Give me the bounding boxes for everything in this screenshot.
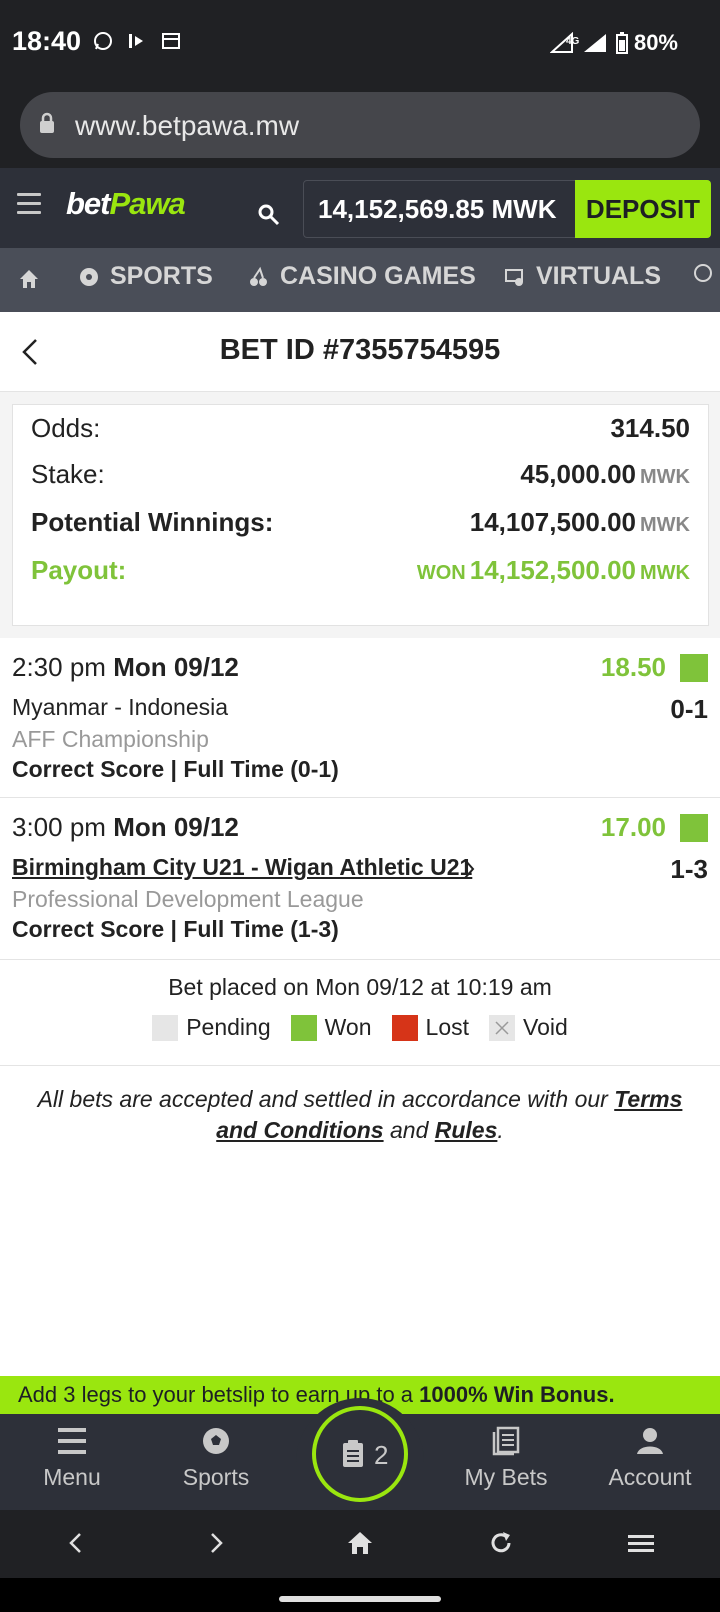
bottom-nav-account[interactable]: Account	[590, 1422, 710, 1491]
browser-back-icon[interactable]	[66, 1530, 86, 1556]
bet-placed-text: Bet placed on Mon 09/12 at 10:19 am	[168, 974, 552, 1000]
status-legend: Pending Won Lost Void	[0, 1014, 720, 1041]
legend-lost: Lost	[391, 1014, 469, 1041]
my-bets-icon	[492, 1426, 520, 1456]
match-score: 0-1	[670, 694, 708, 724]
balance-amount: 14,152,569.85 MWK	[318, 194, 557, 224]
virtuals-icon	[505, 268, 523, 286]
system-nav-bar	[0, 1578, 720, 1612]
nav-sports[interactable]: SPORTS	[78, 262, 213, 291]
match-league: Professional Development League	[12, 886, 364, 912]
chevron-right-icon[interactable]	[462, 858, 476, 880]
match-market: Correct Score | Full Time (1-3)	[12, 916, 339, 942]
browser-forward-icon[interactable]	[206, 1530, 226, 1556]
status-time: 18:40	[12, 26, 82, 56]
match-league: AFF Championship	[12, 726, 209, 752]
legend-void: Void	[489, 1014, 568, 1041]
potential-value: 14,107,500.00 MWK	[469, 507, 690, 537]
status-won-square	[680, 814, 708, 842]
match-card: 2:30 pm Mon 09/12 18.50 Myanmar - Indone…	[0, 638, 720, 798]
lock-icon	[40, 112, 54, 133]
nav-virtuals[interactable]: VIRTUALS	[504, 262, 661, 291]
browser-menu-icon[interactable]	[628, 1530, 654, 1556]
match-teams: Myanmar - Indonesia	[12, 694, 229, 720]
partial-icon	[694, 264, 712, 282]
battery-icon	[615, 32, 628, 54]
battery-percent: 80%	[633, 30, 678, 55]
void-icon	[489, 1014, 516, 1041]
browser-home-icon[interactable]	[346, 1530, 374, 1556]
bet-title-bar: BET ID #7355754595	[0, 312, 720, 392]
logo[interactable]: betPawa	[66, 186, 186, 222]
legend-won: Won	[290, 1014, 372, 1041]
account-icon	[637, 1428, 663, 1454]
terms-notice: All bets are accepted and settled in acc…	[37, 1086, 683, 1143]
betslip-count: 2	[374, 1440, 389, 1470]
match-teams-link[interactable]: Birmingham City U21 - Wigan Athletic U21	[12, 854, 472, 881]
status-won-square	[680, 654, 708, 682]
nav-more[interactable]	[692, 262, 714, 284]
deposit-button[interactable]: DEPOSIT	[575, 180, 711, 238]
calendar-icon	[162, 33, 180, 49]
nav-casino[interactable]: CASINO GAMES	[248, 262, 476, 291]
bet-summary: Odds: 314.50 Stake: 45,000.00 MWK Potenti…	[12, 404, 709, 626]
match-datetime: 3:00 pm Mon 09/12	[12, 812, 239, 842]
soccer-ball-icon	[203, 1428, 229, 1454]
bottom-nav-menu[interactable]: Menu	[12, 1422, 132, 1491]
match-market: Correct Score | Full Time (0-1)	[12, 756, 339, 782]
odds-value: 314.50	[610, 413, 690, 443]
payout-value: WON 14,152,500.00 MWK	[416, 555, 690, 585]
home-icon[interactable]	[18, 268, 40, 290]
match-odd: 18.50	[600, 652, 666, 682]
url-text: www.betpawa.mw	[75, 110, 300, 141]
match-score: 1-3	[670, 854, 708, 884]
betslip-button[interactable]: 2	[312, 1406, 408, 1502]
match-odd: 17.00	[600, 812, 666, 842]
page-title: BET ID #7355754595	[219, 334, 501, 366]
address-bar[interactable]: www.betpawa.mw	[20, 92, 700, 158]
signal-icon: 4G	[549, 32, 606, 53]
reload-icon[interactable]	[488, 1530, 514, 1556]
svg-text:4G: 4G	[566, 36, 580, 47]
menu-icon[interactable]	[17, 193, 41, 217]
soccer-ball-icon	[80, 267, 98, 286]
won-badge: WON	[416, 562, 466, 584]
browser-toolbar: www.betpawa.mw	[0, 84, 720, 168]
betslip-icon	[343, 1440, 363, 1467]
cherries-icon	[250, 266, 267, 286]
match-card: 3:00 pm Mon 09/12 17.00 Birmingham City …	[0, 798, 720, 960]
stake-value: 45,000.00 MWK	[520, 459, 690, 489]
bet-placed-section: Bet placed on Mon 09/12 at 10:19 am Pend…	[0, 960, 720, 1066]
bottom-nav-my-bets[interactable]: My Bets	[446, 1422, 566, 1491]
whatsapp-icon	[94, 32, 112, 50]
menu-icon	[58, 1428, 86, 1454]
status-bar: 18:40 4G 80%	[0, 0, 720, 84]
cast-icon	[129, 34, 143, 48]
browser-bottom-bar	[0, 1510, 720, 1578]
status-right: 4G 80%	[549, 30, 678, 56]
site-header: betPawa 14,152,569.85 MWK DEPOSIT	[0, 168, 720, 248]
notification-icons	[92, 30, 182, 52]
search-icon[interactable]	[258, 204, 282, 228]
home-gesture-handle[interactable]	[279, 1596, 441, 1602]
legend-pending: Pending	[152, 1014, 271, 1041]
balance-box[interactable]: 14,152,569.85 MWK DEPOSIT	[303, 180, 711, 238]
match-datetime: 2:30 pm Mon 09/12	[12, 652, 239, 682]
bottom-nav-sports[interactable]: Sports	[156, 1422, 276, 1491]
rules-link[interactable]: Rules	[435, 1117, 498, 1143]
main-nav: SPORTS CASINO GAMES VIRTUALS	[0, 248, 720, 312]
